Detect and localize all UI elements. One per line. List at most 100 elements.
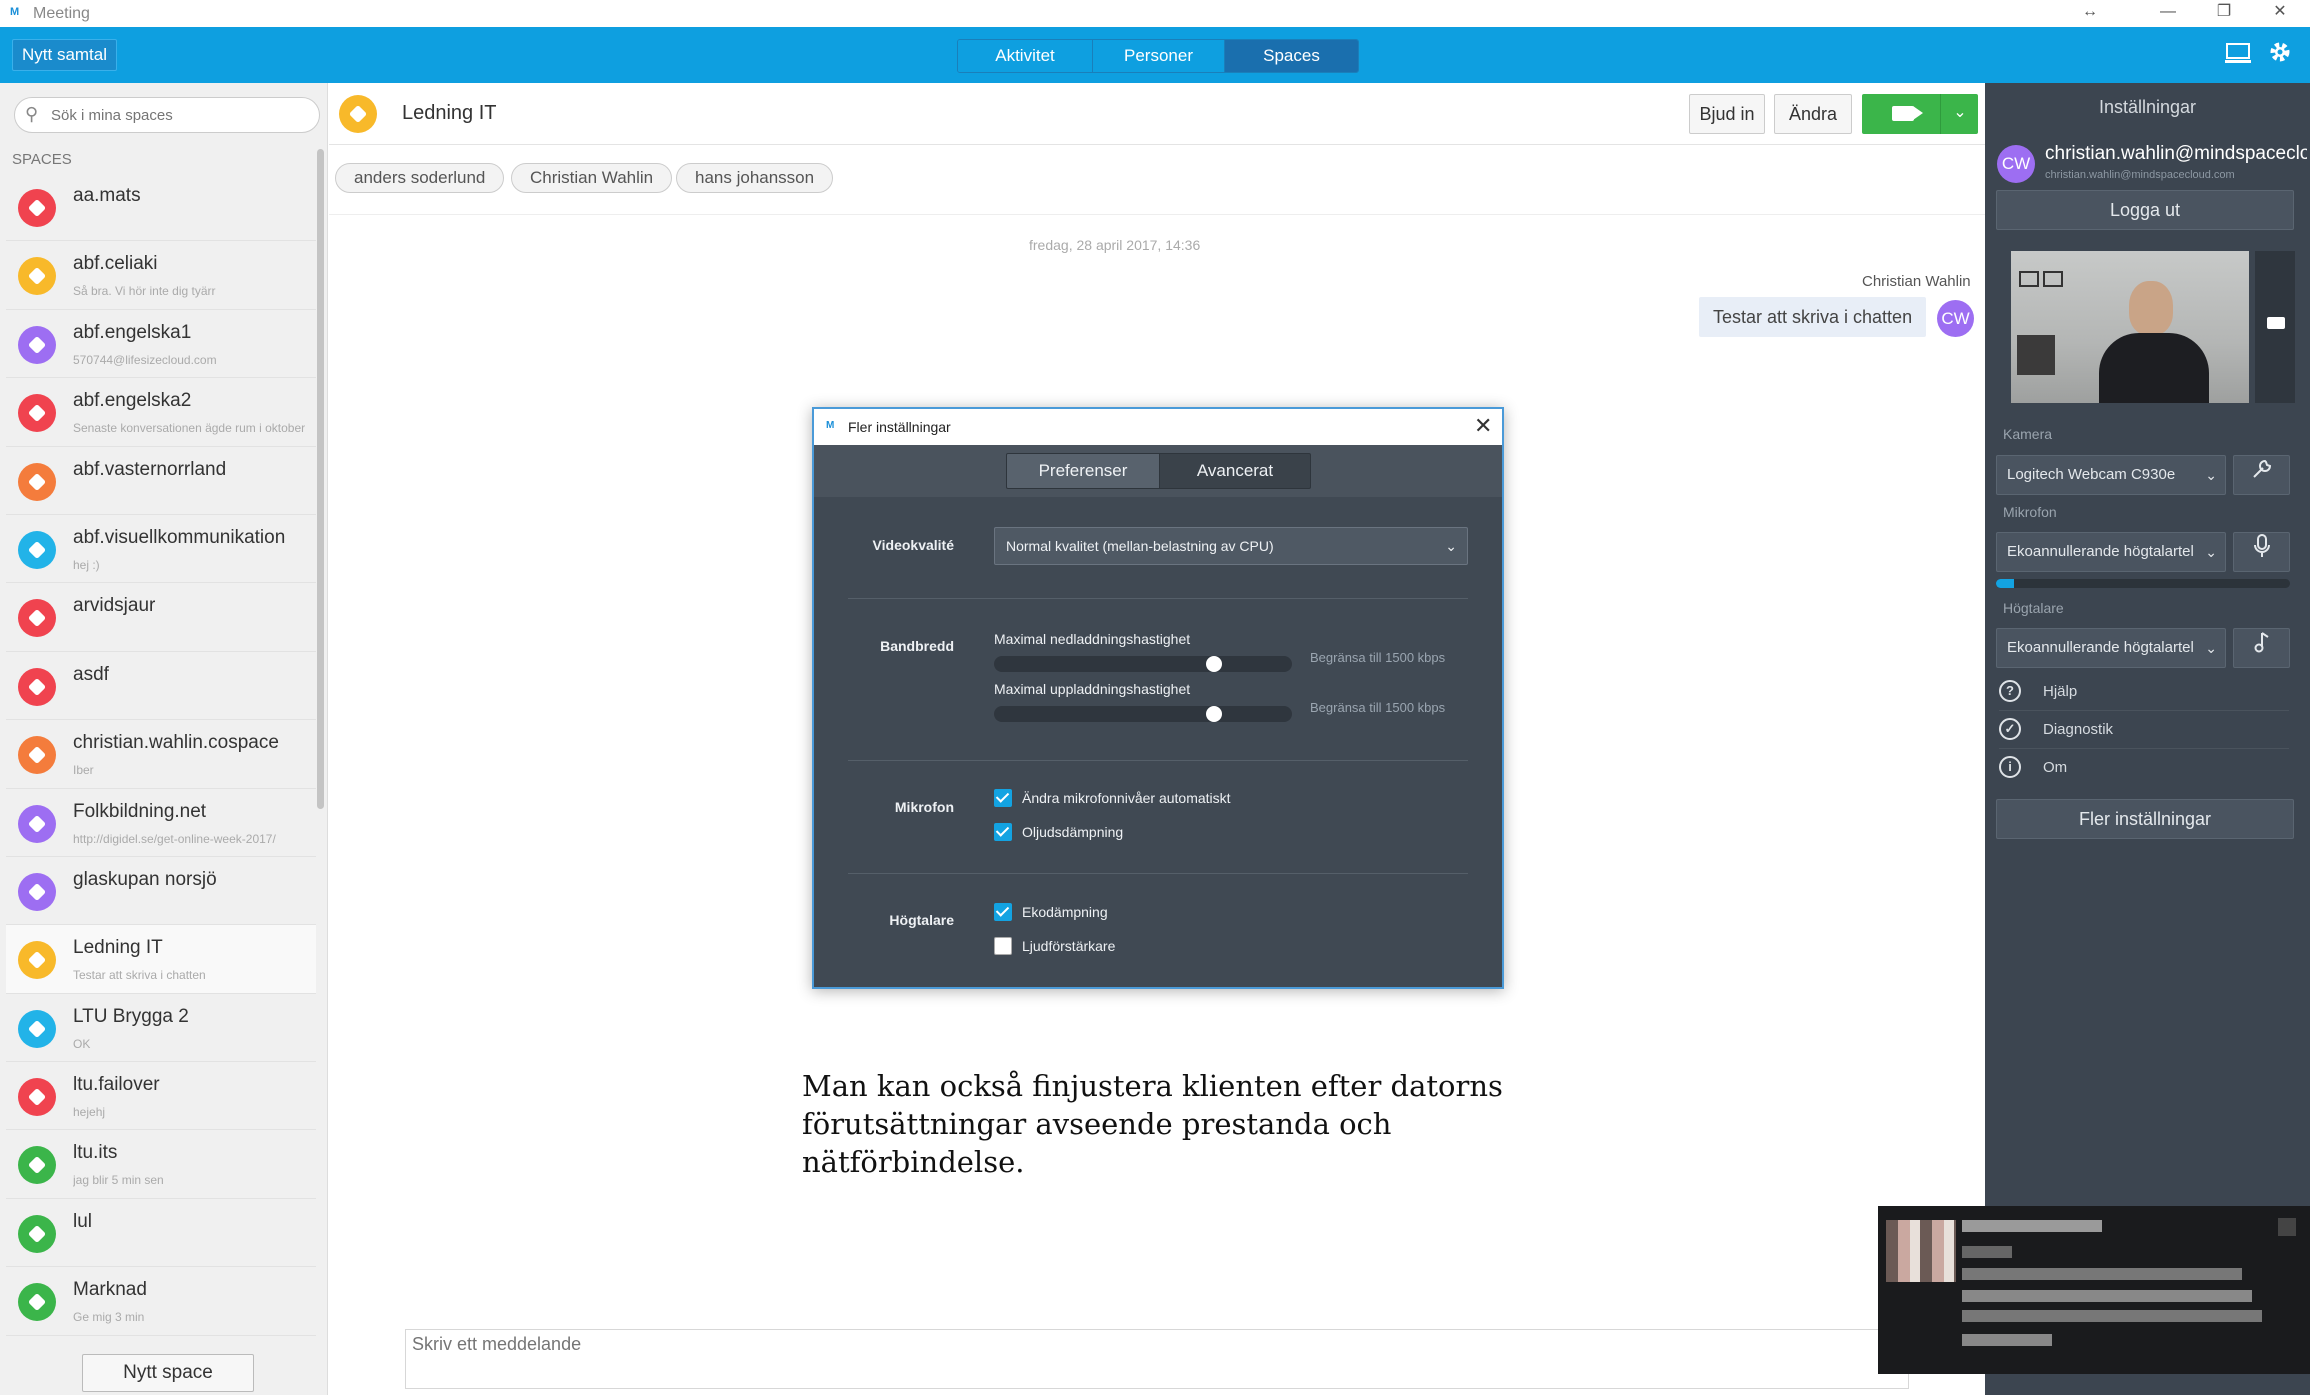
chevron-down-icon[interactable]: ⌄ <box>1948 102 1972 122</box>
edit-button[interactable]: Ändra <box>1774 94 1852 134</box>
slider-knob[interactable] <box>1206 656 1222 672</box>
video-quality-select[interactable]: Normal kvalitet (mellan-belastning av CP… <box>994 527 1468 565</box>
participant-tag[interactable]: anders soderlund <box>335 163 505 193</box>
space-list-item[interactable]: Marknad Ge mig 3 min <box>6 1267 316 1336</box>
space-list-item[interactable]: lul <box>6 1199 316 1268</box>
close-icon[interactable] <box>2278 1218 2296 1236</box>
space-list-item[interactable]: abf.engelska2 Senaste konversationen ägde… <box>6 378 316 447</box>
new-call-button[interactable]: Nytt samtal <box>12 39 118 71</box>
space-list-item[interactable]: ltu.failover hejehj <box>6 1062 316 1131</box>
message-composer[interactable] <box>405 1329 1909 1389</box>
tab-spaces[interactable]: Spaces <box>1225 40 1358 72</box>
noise-suppression-checkbox[interactable] <box>994 823 1012 841</box>
gear-icon[interactable] <box>2264 39 2296 71</box>
search-input[interactable] <box>51 104 311 126</box>
space-name: abf.visuellkommunikation <box>73 526 286 548</box>
space-name: abf.celiaki <box>73 253 158 275</box>
space-list-item[interactable]: aa.mats <box>6 173 316 242</box>
help-menu-item[interactable]: ? Hjälp <box>1999 675 2289 711</box>
invite-button[interactable]: Bjud in <box>1689 94 1765 134</box>
microphone-select[interactable]: Ekoannullerande högtalartel ⌄ <box>1996 532 2226 572</box>
space-list-item[interactable]: abf.visuellkommunikation hej :) <box>6 515 316 584</box>
new-space-button[interactable]: Nytt space <box>82 1354 254 1392</box>
camera-label: Kamera <box>2003 426 2053 442</box>
diagnostics-icon: ✓ <box>1999 718 2021 740</box>
start-video-call-button[interactable]: ⌄ <box>1862 94 1978 134</box>
space-avatar-icon <box>18 1078 56 1117</box>
search-box[interactable]: ⚲ <box>14 97 320 133</box>
speaker-note-icon[interactable] <box>2233 628 2290 668</box>
about-menu-item[interactable]: i Om <box>1999 751 2289 787</box>
logout-button[interactable]: Logga ut <box>1996 190 2294 230</box>
space-list-item[interactable]: christian.wahlin.cospace Iber <box>6 720 316 789</box>
message-date: fredag, 28 april 2017, 14:36 <box>1029 237 1201 253</box>
self-view-controls <box>2255 251 2295 403</box>
camera-select[interactable]: Logitech Webcam C930e ⌄ <box>1996 455 2226 495</box>
space-list-item[interactable]: abf.vasternorrland <box>6 447 316 515</box>
chevron-down-icon: ⌄ <box>2205 544 2217 560</box>
restore-button[interactable]: ❐ <box>2196 0 2252 27</box>
close-icon[interactable]: ✕ <box>1474 413 1492 439</box>
participant-tag[interactable]: hans johansson <box>676 163 834 193</box>
space-list-item[interactable]: ltu.its jag blir 5 min sen <box>6 1130 316 1199</box>
audio-amplifier-checkbox[interactable] <box>994 937 1012 955</box>
resize-icon[interactable]: ↔ <box>2062 0 2118 27</box>
sidebar-scrollbar[interactable] <box>317 149 324 809</box>
download-speed-slider[interactable] <box>994 656 1292 672</box>
user-email: christian.wahlin@mindspacecloud.com <box>2045 169 2235 181</box>
more-settings-dialog: M Fler inställningar ✕ Preferenser Avanc… <box>812 407 1504 989</box>
space-name: glaskupan norsjö <box>73 868 217 890</box>
speaker-select[interactable]: Ekoannullerande högtalartel ⌄ <box>1996 628 2226 668</box>
space-list-item[interactable]: LTU Brygga 2 OK <box>6 994 316 1063</box>
speaker-label: Högtalare <box>2003 600 2064 616</box>
space-last-message: 570744@lifesizecloud.com <box>73 352 217 367</box>
space-list-item[interactable]: Ledning IT Testar att skriva i chatten <box>6 925 316 994</box>
diagnostics-menu-item[interactable]: ✓ Diagnostik <box>1999 713 2289 749</box>
microphone-section-label: Mikrofon <box>894 799 954 815</box>
microphone-icon[interactable] <box>2233 532 2290 572</box>
caption-text: Man kan också finjustera klienten efter … <box>802 1069 1503 1179</box>
space-last-message: Så bra. Vi hör inte dig tyärr <box>73 284 216 299</box>
speaker-section-label: Högtalare <box>889 912 954 928</box>
spaces-header: SPACES <box>12 151 72 168</box>
space-list-item[interactable]: arvidsjaur <box>6 583 316 652</box>
space-list-item[interactable]: Folkbildning.net http://digidel.se/get-on… <box>6 789 316 857</box>
space-avatar-icon <box>18 736 56 775</box>
space-avatar-icon <box>18 1146 56 1185</box>
space-last-message: Testar att skriva i chatten <box>73 968 206 983</box>
space-list-item[interactable]: abf.engelska1 570744@lifesizecloud.com <box>6 310 316 379</box>
space-list-item[interactable]: glaskupan norsjö <box>6 857 316 926</box>
notification-popup[interactable] <box>1878 1206 2310 1374</box>
slider-knob[interactable] <box>1206 706 1222 722</box>
download-limit-hint: Begränsa till 1500 kbps <box>1310 650 1446 665</box>
tab-aktivitet[interactable]: Aktivitet <box>958 40 1093 72</box>
close-button[interactable]: ✕ <box>2252 0 2308 27</box>
camera-off-icon[interactable] <box>2267 317 2285 329</box>
tab-personer[interactable]: Personer <box>1093 40 1225 72</box>
audio-amplifier-label: Ljudförstärkare <box>1022 938 1116 954</box>
space-list-item[interactable]: asdf <box>6 652 316 721</box>
chat-message: Testar att skriva i chatten <box>1699 297 1927 337</box>
space-name: Folkbildning.net <box>73 800 207 822</box>
space-avatar-icon <box>18 325 56 364</box>
participant-tag[interactable]: Christian Wahlin <box>511 163 673 193</box>
space-name: ltu.its <box>73 1142 118 1164</box>
screen-icon[interactable] <box>2222 39 2254 71</box>
bandwidth-label: Bandbredd <box>880 638 954 654</box>
auto-mic-level-label: Ändra mikrofonnivåer automatiskt <box>1022 790 1231 806</box>
dialog-title: Fler inställningar <box>848 419 951 435</box>
minimize-button[interactable]: — <box>2140 0 2196 27</box>
message-input[interactable] <box>412 1334 1872 1374</box>
camera-settings-wrench-icon[interactable] <box>2233 455 2290 495</box>
space-name: lul <box>73 1210 93 1232</box>
echo-cancel-checkbox[interactable] <box>994 903 1012 921</box>
tab-avancerat[interactable]: Avancerat <box>1159 453 1311 489</box>
upload-speed-slider[interactable] <box>994 706 1292 722</box>
auto-mic-level-checkbox[interactable] <box>994 789 1012 807</box>
tab-preferenser[interactable]: Preferenser <box>1006 453 1160 489</box>
top-navigation-bar: Nytt samtal Aktivitet Personer Spaces <box>0 27 2310 83</box>
video-quality-label: Videokvalité <box>872 537 954 553</box>
space-list-item[interactable]: abf.celiaki Så bra. Vi hör inte dig tyärr <box>6 241 316 310</box>
more-settings-button[interactable]: Fler inställningar <box>1996 799 2294 839</box>
space-name: abf.engelska2 <box>73 390 192 412</box>
